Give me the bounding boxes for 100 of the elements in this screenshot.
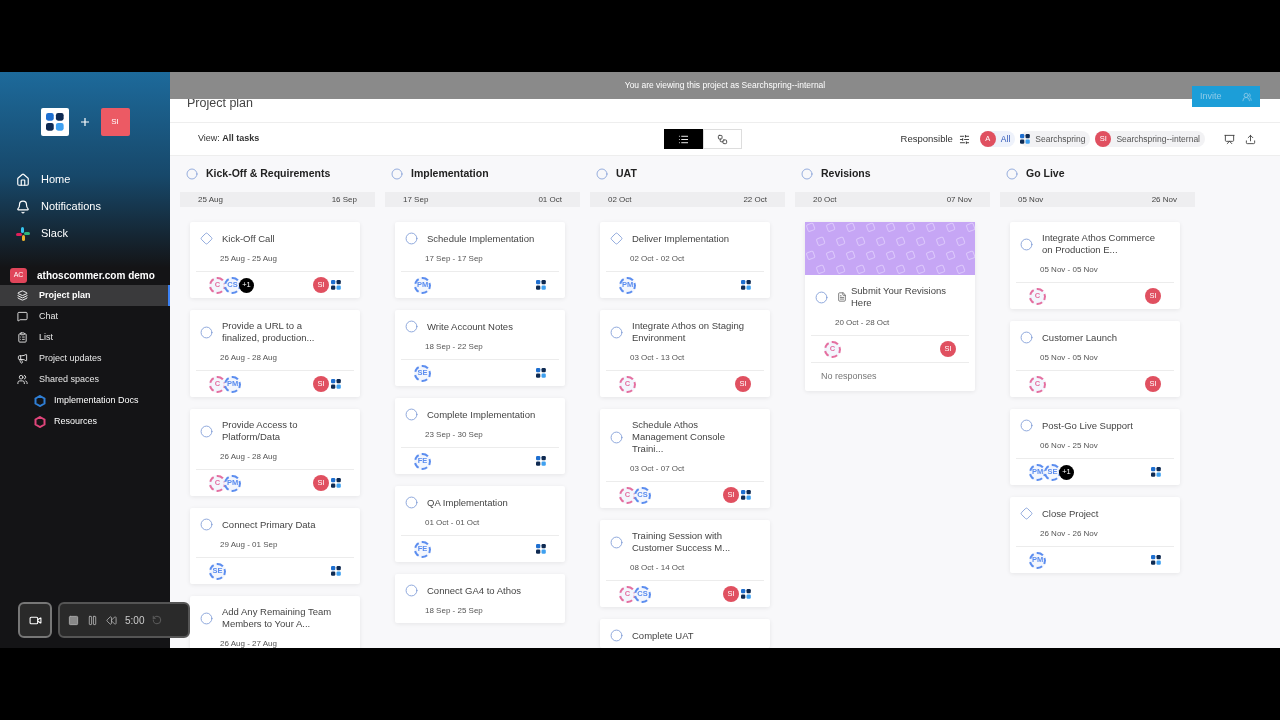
phase-status-icon[interactable] (186, 168, 198, 180)
task-title: Add Any Remaining Team Members to Your A... (222, 606, 333, 630)
milestone-icon[interactable] (200, 232, 213, 245)
task-dates: 17 Sep - 17 Sep (424, 253, 484, 265)
task-status-icon[interactable] (405, 496, 418, 509)
shared-space-item[interactable]: Resources (0, 411, 170, 432)
nav-item[interactable]: Home (0, 166, 170, 193)
task-dates: 26 Nov - 26 Nov (1039, 528, 1099, 540)
stop-icon[interactable] (68, 614, 79, 626)
task-dates: 03 Oct - 13 Oct (629, 352, 686, 364)
upload-icon[interactable] (1245, 133, 1256, 145)
task-dates: 03 Oct - 07 Oct (629, 463, 686, 475)
task-status-icon[interactable] (405, 408, 418, 421)
task-dates: 18 Sep - 25 Sep (424, 605, 484, 617)
layers-icon (17, 290, 28, 301)
responses-note: No responses (811, 362, 969, 391)
list-icon (678, 133, 689, 145)
phase-status-icon[interactable] (596, 168, 608, 180)
nav-item[interactable]: Slack (0, 220, 170, 247)
filter-chip[interactable]: Searchspring (1020, 131, 1091, 147)
date-range-bar: 17 Sep 01 Oct (385, 192, 580, 207)
nav-item[interactable]: Notifications (0, 193, 170, 220)
task-title: Submit Your Revisions Here (851, 285, 948, 309)
brand-logo-icon (45, 113, 64, 131)
task-status-icon[interactable] (610, 325, 623, 339)
task-status-icon[interactable] (610, 535, 623, 549)
task-status-icon[interactable] (200, 424, 213, 438)
task-title: Connect Primary Data (222, 518, 316, 531)
task-title: Training Session with Customer Success M... (632, 530, 732, 554)
megaphone-icon (17, 353, 28, 364)
responsible-filter[interactable]: Responsible (900, 131, 970, 147)
view-label[interactable]: View: All tasks (198, 132, 664, 146)
task-status-icon[interactable] (610, 430, 623, 444)
task-card[interactable]: Connect GA4 to Athos 18 Sep - 25 Sep (395, 574, 565, 623)
task-title: Kick-Off Call (222, 232, 275, 245)
task-dates: 02 Oct - 02 Oct (629, 253, 686, 265)
task-status-icon[interactable] (815, 290, 828, 304)
sidebar-item[interactable]: Project plan (0, 285, 170, 306)
task-title: Provide a URL to a finalized, production... (222, 320, 316, 344)
column-title: Kick-Off & Requirements (206, 166, 331, 182)
phase-status-icon[interactable] (391, 168, 403, 180)
task-status-icon[interactable] (200, 518, 213, 531)
rewind-icon[interactable] (106, 614, 117, 626)
recording-time: 5:00 (125, 613, 145, 628)
task-title: Complete Implementation (427, 408, 536, 421)
task-dates: 01 Oct - 01 Oct (424, 517, 481, 529)
task-card[interactable]: Complete UAT (600, 619, 770, 648)
task-status-icon[interactable] (405, 320, 418, 333)
phase-status-icon[interactable] (801, 168, 813, 180)
date-range-bar: 20 Oct 07 Nov (795, 192, 990, 207)
task-dates: 26 Aug - 28 Aug (219, 451, 278, 463)
date-range-bar: 25 Aug 16 Sep (180, 192, 375, 207)
task-card[interactable]: Add Any Remaining Team Members to Your A... 26 Aug - 27 Aug (190, 596, 360, 648)
column-title: Implementation (411, 166, 489, 182)
phase-status-icon[interactable] (1006, 168, 1018, 180)
column-title: Revisions (821, 166, 871, 182)
sidebar-item[interactable]: List (0, 327, 170, 348)
task-status-icon[interactable] (200, 611, 213, 625)
task-status-icon[interactable] (610, 629, 623, 642)
task-title: Integrate Athos on Staging Environment (632, 320, 745, 344)
people-icon (17, 374, 28, 385)
sliders-icon (958, 133, 970, 145)
restart-icon[interactable] (152, 615, 163, 625)
presentation-icon[interactable] (1224, 133, 1235, 145)
chat-icon (17, 311, 28, 322)
brand-logo-icon (1020, 134, 1031, 144)
task-dates: 06 Nov - 25 Nov (1039, 440, 1099, 452)
task-status-icon[interactable] (1020, 419, 1033, 432)
shared-space-item[interactable]: Implementation Docs (0, 390, 170, 411)
task-status-icon[interactable] (1020, 331, 1033, 344)
task-status-icon[interactable] (405, 232, 418, 245)
task-dates: 25 Aug - 25 Aug (219, 253, 278, 265)
task-dates: 18 Sep - 22 Sep (424, 341, 484, 353)
task-title: Schedule Implementation (427, 232, 535, 245)
task-dates: 20 Oct - 28 Oct (834, 317, 891, 329)
view-toggle[interactable] (703, 129, 742, 149)
column-title: UAT (616, 166, 637, 182)
milestone-icon[interactable] (610, 232, 623, 245)
task-status-icon[interactable] (1020, 237, 1033, 251)
pause-icon[interactable] (87, 614, 98, 626)
milestone-icon[interactable] (1020, 507, 1033, 520)
task-dates: 29 Aug - 01 Sep (219, 539, 279, 551)
sidebar-item[interactable]: Project updates (0, 348, 170, 369)
task-title: Write Account Notes (427, 320, 513, 333)
task-dates: 26 Aug - 27 Aug (219, 638, 278, 648)
view-toggle[interactable] (664, 129, 703, 149)
sidebar-item[interactable]: Shared spaces (0, 369, 170, 390)
camera-button[interactable] (18, 602, 52, 638)
task-title: Customer Launch (1042, 331, 1117, 344)
column-title: Go Live (1026, 166, 1065, 182)
task-status-icon[interactable] (405, 584, 418, 597)
plus-icon (80, 118, 89, 126)
task-dates: 26 Aug - 28 Aug (219, 352, 278, 364)
task-title: Schedule Athos Management Console Traini... (632, 419, 726, 455)
task-title: Integrate Athos Commerce on Production E... (1042, 232, 1156, 256)
sidebar-item[interactable]: Chat (0, 306, 170, 327)
partner-badge: SI (100, 108, 130, 136)
task-status-icon[interactable] (200, 325, 213, 339)
task-dates: 08 Oct - 14 Oct (629, 562, 686, 574)
task-title: Complete UAT (632, 629, 694, 642)
